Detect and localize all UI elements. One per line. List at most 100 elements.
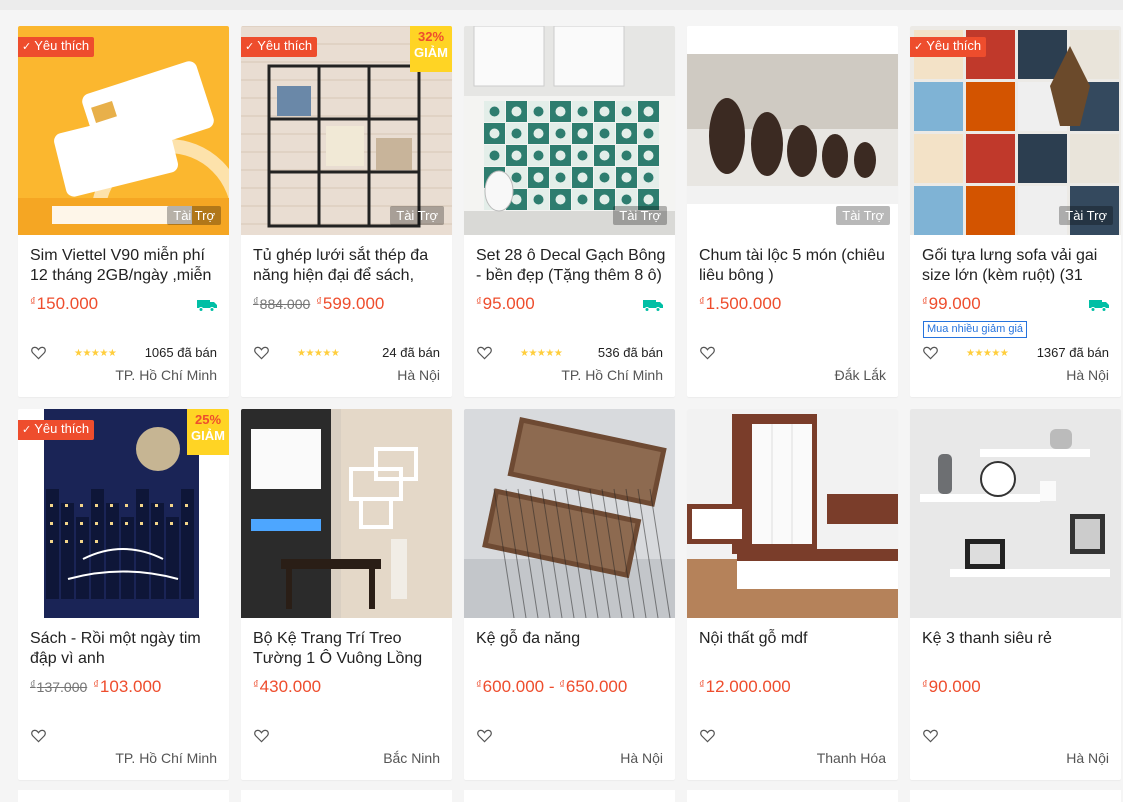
heart-icon[interactable] [254, 346, 269, 360]
product-name[interactable]: Gối tựa lưng sofa vải gai size lớn (kèm … [922, 246, 1112, 286]
product-card-1[interactable]: ✓ Yêu thích Tài Trợ Sim Viettel V90 miễn p… [18, 26, 229, 397]
product-card-3[interactable]: Tài Trợ Set 28 ô Decal Gạch Bông - bền đ… [464, 26, 675, 397]
rating-stars-icon: ★★★★★ [966, 348, 1009, 359]
product-name[interactable]: Bộ Kệ Trang Trí Treo Tường 1 Ô Vuông Lồn… [253, 629, 443, 669]
next-row-peek [18, 790, 1121, 802]
check-icon: ✓ [245, 41, 255, 53]
product-card-4[interactable]: Tài Trợ Chum tài lộc 5 món (chiêu liêu b… [687, 26, 898, 397]
product-image[interactable] [687, 409, 898, 618]
check-icon: ✓ [914, 41, 924, 53]
price-row: ₫137.000 ₫103.000 [30, 677, 220, 697]
product-name[interactable]: Sách - Rồi một ngày tim đập vì anh [30, 629, 220, 669]
product-name[interactable]: Kệ gỗ đa năng [476, 629, 666, 669]
free-shipping-icon [197, 300, 217, 312]
sale-price: ₫1.500.000 [699, 294, 782, 313]
favorite-label: Yêu thích [926, 38, 982, 53]
product-name[interactable]: Kệ 3 thanh siêu rẻ [922, 629, 1112, 669]
product-image[interactable] [910, 409, 1121, 618]
discount-label: GIẢM [191, 428, 225, 443]
check-icon: ✓ [22, 41, 32, 53]
product-card-10[interactable]: Kệ 3 thanh siêu rẻ ₫90.000 Hà Nội [910, 409, 1121, 780]
sale-price: ₫12.000.000 [699, 677, 791, 696]
product-card-7[interactable]: Bộ Kệ Trang Trí Treo Tường 1 Ô Vuông Lồn… [241, 409, 452, 780]
product-grid: ✓ Yêu thích Tài Trợ Sim Viettel V90 miễn p… [18, 26, 1121, 780]
product-card-9[interactable]: Nội thất gỗ mdf ₫12.000.000 Thanh Hóa [687, 409, 898, 780]
product-photo [464, 409, 675, 618]
discount-label: GIẢM [414, 45, 448, 60]
free-shipping-icon [1089, 300, 1109, 312]
sold-count: 1367 đã bán [1036, 345, 1109, 360]
rating-stars-icon: ★★★★★ [520, 348, 563, 359]
shop-location: Hà Nội [1066, 750, 1109, 766]
shop-location: TP. Hồ Chí Minh [115, 750, 217, 766]
shop-location: Bắc Ninh [383, 750, 440, 766]
shop-location: TP. Hồ Chí Minh [561, 367, 663, 383]
favorite-badge: ✓ Yêu thích [910, 37, 987, 57]
sale-price: ₫430.000 [253, 677, 322, 696]
sale-price: ₫600.000 [476, 677, 545, 696]
heart-icon[interactable] [700, 346, 715, 360]
original-price: ₫137.000 [30, 679, 88, 695]
discount-percent: 32% [417, 29, 445, 44]
price-row: ₫12.000.000 [699, 677, 889, 697]
sponsored-badge: Tài Trợ [390, 206, 444, 225]
discount-badge: 25% GIẢM [187, 409, 229, 455]
sold-count: 1065 đã bán [144, 345, 217, 360]
sponsored-badge: Tài Trợ [1059, 206, 1113, 225]
favorite-badge: ✓ Yêu thích [18, 420, 95, 440]
product-name[interactable]: Chum tài lộc 5 món (chiêu liêu bông ) [699, 246, 889, 286]
favorite-label: Yêu thích [257, 38, 313, 53]
product-card-2[interactable]: ✓ Yêu thích 32% GIẢM Tài Trợ Tủ ghép lưới sắ… [241, 26, 452, 397]
favorite-badge: ✓ Yêu thích [18, 37, 95, 57]
product-card-8[interactable]: Kệ gỗ đa năng ₫600.000 - ₫650.000 Hà Nội [464, 409, 675, 780]
top-strip [0, 0, 1123, 10]
heart-icon[interactable] [923, 346, 938, 360]
product-photo [241, 409, 452, 618]
rating-stars-icon: ★★★★★ [74, 348, 117, 359]
product-image[interactable]: ✓ Yêu thích 25% GIẢM [18, 409, 229, 618]
shop-location: Hà Nội [397, 367, 440, 383]
sale-price: ₫150.000 [30, 294, 99, 313]
price-row: ₫430.000 [253, 677, 443, 697]
heart-icon[interactable] [700, 729, 715, 743]
price-separator: - [544, 677, 560, 696]
heart-icon[interactable] [477, 346, 492, 360]
product-name[interactable]: Sim Viettel V90 miễn phí 12 tháng 2GB/ng… [30, 246, 220, 286]
price-row: ₫1.500.000 [699, 294, 889, 314]
product-card-6[interactable]: ✓ Yêu thích 25% GIẢM Sách - Rồi một ngày ti… [18, 409, 229, 780]
favorite-badge: ✓ Yêu thích [241, 37, 318, 57]
discount-percent: 25% [194, 412, 222, 427]
heart-icon[interactable] [254, 729, 269, 743]
price-row: ₫99.000 [922, 294, 1112, 314]
product-image[interactable]: Tài Trợ [687, 26, 898, 235]
product-image[interactable]: ✓ Yêu thích 32% GIẢM Tài Trợ [241, 26, 452, 235]
product-photo [687, 26, 898, 235]
discount-badge: 32% GIẢM [410, 26, 452, 72]
heart-icon[interactable] [923, 729, 938, 743]
product-photo [687, 409, 898, 618]
product-name[interactable]: Set 28 ô Decal Gạch Bông - bền đẹp (Tặng… [476, 246, 666, 286]
shop-location: TP. Hồ Chí Minh [115, 367, 217, 383]
check-icon: ✓ [22, 424, 32, 436]
product-image[interactable]: ✓ Yêu thích Tài Trợ [910, 26, 1121, 235]
shop-location: Đắk Lắk [834, 367, 886, 383]
product-photo [464, 26, 675, 235]
product-card-5[interactable]: ✓ Yêu thích Tài Trợ Gối tựa lưng sofa vải … [910, 26, 1121, 397]
free-shipping-icon [643, 300, 663, 312]
product-name[interactable]: Nội thất gỗ mdf [699, 629, 889, 669]
product-image[interactable] [464, 409, 675, 618]
product-photo [910, 26, 1121, 235]
price-row: ₫90.000 [922, 677, 1112, 697]
sponsored-badge: Tài Trợ [613, 206, 667, 225]
heart-icon[interactable] [477, 729, 492, 743]
heart-icon[interactable] [31, 346, 46, 360]
price-row: ₫884.000 ₫599.000 [253, 294, 443, 314]
product-image[interactable]: ✓ Yêu thích Tài Trợ [18, 26, 229, 235]
product-photo [910, 409, 1121, 618]
product-name[interactable]: Tủ ghép lưới sắt thép đa năng hiện đại đ… [253, 246, 443, 286]
shop-location: Hà Nội [1066, 367, 1109, 383]
product-image[interactable] [241, 409, 452, 618]
product-image[interactable]: Tài Trợ [464, 26, 675, 235]
original-price: ₫884.000 [253, 296, 311, 312]
heart-icon[interactable] [31, 729, 46, 743]
